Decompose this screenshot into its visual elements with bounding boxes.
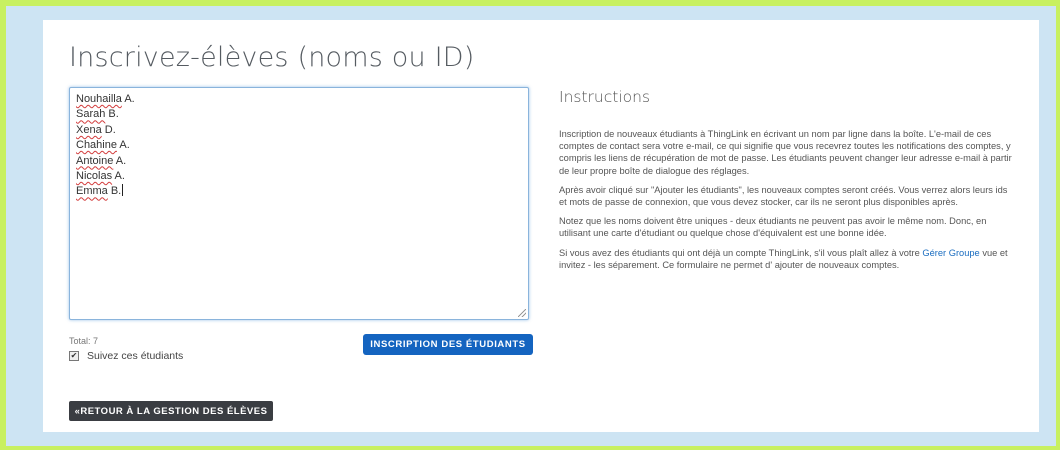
name-line: Nouhailla A.	[76, 93, 135, 105]
follow-checkbox[interactable]: ✔	[69, 351, 79, 361]
content-card: Inscrivez-élèves (noms ou ID) Nouhailla …	[43, 20, 1039, 432]
back-to-student-management-button[interactable]: «RETOUR À LA GESTION DES ÉLÈVES	[69, 401, 273, 421]
page-frame: Inscrivez-élèves (noms ou ID) Nouhailla …	[6, 6, 1056, 446]
student-names-textarea[interactable]: Nouhailla A. Sarah B. Xena D. Chahine A.…	[69, 87, 529, 320]
instructions-text: Inscription de nouveaux étudiants à Thin…	[559, 128, 1017, 278]
name-line: Xena D.	[76, 123, 116, 136]
instructions-paragraph: Si vous avez des étudiants qui ont déjà …	[559, 247, 1008, 270]
name-line: Antoine A.	[76, 154, 127, 167]
name-line: Emma B.	[76, 184, 124, 198]
name-line: Chahine A.	[76, 139, 130, 152]
name-line: Sarah B.	[76, 108, 119, 121]
follow-students-option[interactable]: ✔ Suivez ces étudiants	[69, 350, 183, 362]
total-count: Total: 7	[69, 336, 99, 346]
instructions-paragraph: Notez que les noms doivent être uniques …	[559, 216, 987, 239]
instructions-heading: Instructions	[559, 88, 651, 106]
name-line: Nicolas A.	[76, 170, 125, 183]
instructions-paragraph: Inscription de nouveaux étudiants à Thin…	[559, 129, 1012, 176]
instructions-paragraph: Après avoir cliqué sur "Ajouter les étud…	[559, 184, 1008, 208]
resize-handle-icon[interactable]	[518, 309, 526, 317]
manage-group-link[interactable]: Gérer Groupe	[922, 248, 979, 258]
enroll-students-button[interactable]: INSCRIPTION DES ÉTUDIANTS	[363, 334, 533, 355]
text-caret	[122, 184, 124, 197]
follow-checkbox-label: Suivez ces étudiants	[87, 350, 184, 362]
page-title: Inscrivez-élèves (noms ou ID)	[69, 42, 475, 73]
